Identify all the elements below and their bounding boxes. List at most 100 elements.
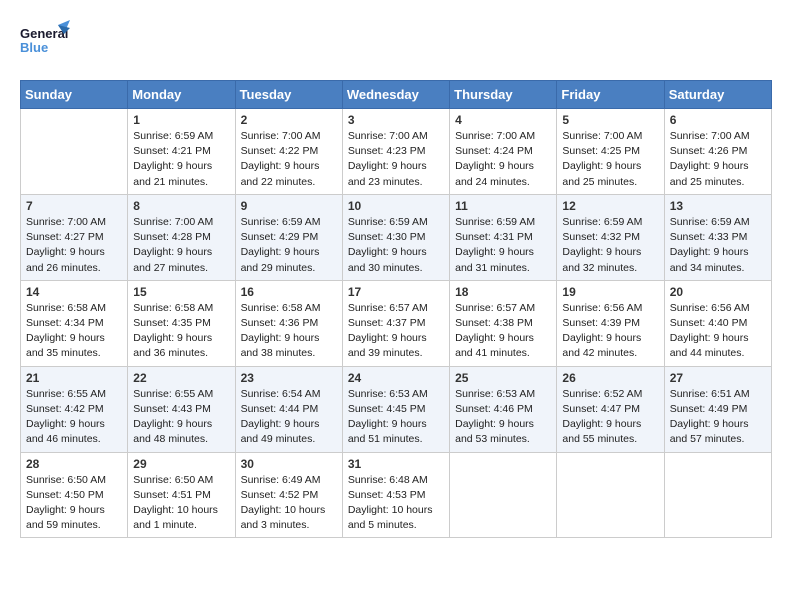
weekday-header: Saturday (664, 81, 771, 109)
calendar-cell: 3Sunrise: 7:00 AMSunset: 4:23 PMDaylight… (342, 109, 449, 195)
day-info: Sunrise: 7:00 AMSunset: 4:28 PMDaylight:… (133, 215, 229, 276)
calendar-cell (450, 452, 557, 538)
calendar-week-row: 7 Sunrise: 7:00 AMSunset: 4:27 PMDaylight… (21, 194, 772, 280)
calendar-cell: 10 Sunrise: 6:59 AMSunset: 4:30 PMDayligh… (342, 194, 449, 280)
day-info: Sunrise: 6:57 AMSunset: 4:37 PMDaylight:… (348, 301, 444, 362)
calendar-cell: 14 Sunrise: 6:58 AMSunset: 4:34 PMDayligh… (21, 280, 128, 366)
day-number: 16 (241, 285, 337, 299)
calendar-cell: 31 Sunrise: 6:48 AMSunset: 4:53 PMDayligh… (342, 452, 449, 538)
weekday-header: Tuesday (235, 81, 342, 109)
calendar-cell: 26 Sunrise: 6:52 AMSunset: 4:47 PMDayligh… (557, 366, 664, 452)
calendar-cell: 2 Sunrise: 7:00 AMSunset: 4:22 PMDaylight… (235, 109, 342, 195)
calendar-cell: 6Sunrise: 7:00 AMSunset: 4:26 PMDaylight… (664, 109, 771, 195)
day-number: 4 (455, 113, 551, 127)
calendar-week-row: 1 Sunrise: 6:59 AMSunset: 4:21 PMDaylight… (21, 109, 772, 195)
day-number: 19 (562, 285, 658, 299)
calendar-cell: 16 Sunrise: 6:58 AMSunset: 4:36 PMDayligh… (235, 280, 342, 366)
calendar-cell (557, 452, 664, 538)
calendar-cell: 8 Sunrise: 7:00 AMSunset: 4:28 PMDaylight… (128, 194, 235, 280)
day-number: 21 (26, 371, 122, 385)
day-number: 23 (241, 371, 337, 385)
calendar-cell (664, 452, 771, 538)
calendar-cell: 17 Sunrise: 6:57 AMSunset: 4:37 PMDayligh… (342, 280, 449, 366)
day-number: 9 (241, 199, 337, 213)
calendar-week-row: 14 Sunrise: 6:58 AMSunset: 4:34 PMDayligh… (21, 280, 772, 366)
calendar-cell: 1 Sunrise: 6:59 AMSunset: 4:21 PMDaylight… (128, 109, 235, 195)
day-info: Sunrise: 6:48 AMSunset: 4:53 PMDaylight:… (348, 473, 444, 534)
svg-text:Blue: Blue (20, 40, 48, 55)
day-info: Sunrise: 6:58 AMSunset: 4:34 PMDaylight:… (26, 301, 122, 362)
day-number: 11 (455, 199, 551, 213)
day-number: 17 (348, 285, 444, 299)
day-info: Sunrise: 7:00 AMSunset: 4:22 PMDaylight:… (241, 129, 337, 190)
page-header: General Blue (20, 20, 772, 70)
day-info: Sunrise: 7:00 AMSunset: 4:24 PMDaylight:… (455, 129, 551, 190)
day-number: 27 (670, 371, 766, 385)
day-info: Sunrise: 7:00 AMSunset: 4:26 PMDaylight:… (670, 129, 766, 190)
calendar-cell: 29 Sunrise: 6:50 AMSunset: 4:51 PMDayligh… (128, 452, 235, 538)
day-number: 12 (562, 199, 658, 213)
day-info: Sunrise: 6:59 AMSunset: 4:33 PMDaylight:… (670, 215, 766, 276)
weekday-header: Thursday (450, 81, 557, 109)
calendar-cell: 25 Sunrise: 6:53 AMSunset: 4:46 PMDayligh… (450, 366, 557, 452)
calendar-cell: 23Sunrise: 6:54 AMSunset: 4:44 PMDayligh… (235, 366, 342, 452)
day-number: 31 (348, 457, 444, 471)
calendar-cell: 13 Sunrise: 6:59 AMSunset: 4:33 PMDayligh… (664, 194, 771, 280)
calendar-cell: 21 Sunrise: 6:55 AMSunset: 4:42 PMDayligh… (21, 366, 128, 452)
day-info: Sunrise: 6:59 AMSunset: 4:21 PMDaylight:… (133, 129, 229, 190)
calendar-cell (21, 109, 128, 195)
day-number: 14 (26, 285, 122, 299)
day-number: 25 (455, 371, 551, 385)
calendar-week-row: 21 Sunrise: 6:55 AMSunset: 4:42 PMDayligh… (21, 366, 772, 452)
calendar-cell: 28 Sunrise: 6:50 AMSunset: 4:50 PMDayligh… (21, 452, 128, 538)
day-number: 8 (133, 199, 229, 213)
calendar-cell: 30 Sunrise: 6:49 AMSunset: 4:52 PMDayligh… (235, 452, 342, 538)
day-number: 28 (26, 457, 122, 471)
day-number: 5 (562, 113, 658, 127)
day-number: 10 (348, 199, 444, 213)
calendar-cell: 22 Sunrise: 6:55 AMSunset: 4:43 PMDayligh… (128, 366, 235, 452)
day-info: Sunrise: 7:00 AMSunset: 4:27 PMDaylight:… (26, 215, 122, 276)
day-number: 7 (26, 199, 122, 213)
day-number: 29 (133, 457, 229, 471)
calendar-cell: 11Sunrise: 6:59 AMSunset: 4:31 PMDayligh… (450, 194, 557, 280)
calendar-cell: 27Sunrise: 6:51 AMSunset: 4:49 PMDayligh… (664, 366, 771, 452)
day-number: 13 (670, 199, 766, 213)
calendar-cell: 20 Sunrise: 6:56 AMSunset: 4:40 PMDayligh… (664, 280, 771, 366)
day-number: 30 (241, 457, 337, 471)
calendar-table: SundayMondayTuesdayWednesdayThursdayFrid… (20, 80, 772, 538)
day-info: Sunrise: 6:49 AMSunset: 4:52 PMDaylight:… (241, 473, 337, 534)
day-info: Sunrise: 6:50 AMSunset: 4:50 PMDaylight:… (26, 473, 122, 534)
calendar-cell: 15 Sunrise: 6:58 AMSunset: 4:35 PMDayligh… (128, 280, 235, 366)
day-info: Sunrise: 6:52 AMSunset: 4:47 PMDaylight:… (562, 387, 658, 448)
logo: General Blue (20, 20, 70, 70)
weekday-header-row: SundayMondayTuesdayWednesdayThursdayFrid… (21, 81, 772, 109)
day-number: 1 (133, 113, 229, 127)
day-number: 15 (133, 285, 229, 299)
calendar-week-row: 28 Sunrise: 6:50 AMSunset: 4:50 PMDayligh… (21, 452, 772, 538)
day-info: Sunrise: 6:59 AMSunset: 4:30 PMDaylight:… (348, 215, 444, 276)
day-info: Sunrise: 6:55 AMSunset: 4:43 PMDaylight:… (133, 387, 229, 448)
calendar-cell: 18Sunrise: 6:57 AMSunset: 4:38 PMDayligh… (450, 280, 557, 366)
day-info: Sunrise: 6:56 AMSunset: 4:40 PMDaylight:… (670, 301, 766, 362)
weekday-header: Monday (128, 81, 235, 109)
calendar-cell: 7 Sunrise: 7:00 AMSunset: 4:27 PMDaylight… (21, 194, 128, 280)
day-number: 2 (241, 113, 337, 127)
day-number: 26 (562, 371, 658, 385)
calendar-cell: 19 Sunrise: 6:56 AMSunset: 4:39 PMDayligh… (557, 280, 664, 366)
calendar-cell: 12Sunrise: 6:59 AMSunset: 4:32 PMDayligh… (557, 194, 664, 280)
weekday-header: Friday (557, 81, 664, 109)
day-info: Sunrise: 6:53 AMSunset: 4:45 PMDaylight:… (348, 387, 444, 448)
day-info: Sunrise: 6:50 AMSunset: 4:51 PMDaylight:… (133, 473, 229, 534)
day-info: Sunrise: 6:58 AMSunset: 4:35 PMDaylight:… (133, 301, 229, 362)
weekday-header: Sunday (21, 81, 128, 109)
calendar-cell: 4 Sunrise: 7:00 AMSunset: 4:24 PMDaylight… (450, 109, 557, 195)
day-number: 20 (670, 285, 766, 299)
calendar-cell: 5Sunrise: 7:00 AMSunset: 4:25 PMDaylight… (557, 109, 664, 195)
day-number: 3 (348, 113, 444, 127)
day-info: Sunrise: 6:53 AMSunset: 4:46 PMDaylight:… (455, 387, 551, 448)
day-info: Sunrise: 6:55 AMSunset: 4:42 PMDaylight:… (26, 387, 122, 448)
day-info: Sunrise: 6:58 AMSunset: 4:36 PMDaylight:… (241, 301, 337, 362)
day-info: Sunrise: 6:56 AMSunset: 4:39 PMDaylight:… (562, 301, 658, 362)
day-number: 22 (133, 371, 229, 385)
